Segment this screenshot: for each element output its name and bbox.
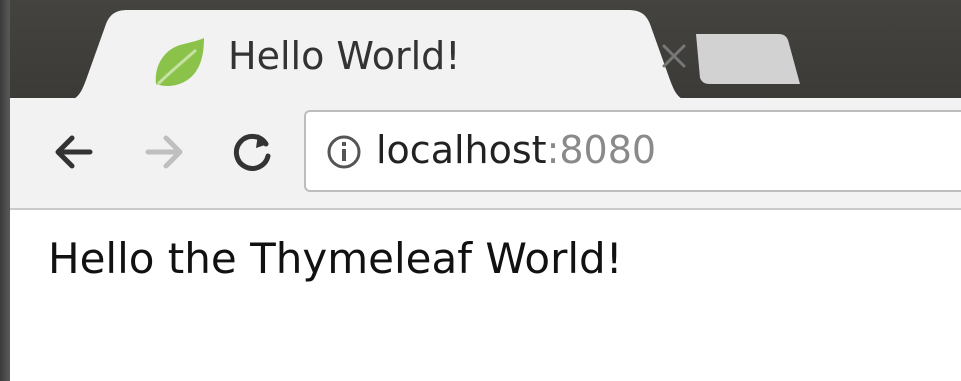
close-icon[interactable] [658, 40, 690, 72]
tab-title: Hello World! [228, 34, 461, 78]
tab-hello-world[interactable]: Hello World! [58, 10, 698, 102]
url-host: localhost [376, 128, 547, 172]
toolbar: localhost:8080 [10, 98, 961, 210]
arrow-right-icon[interactable] [140, 128, 188, 176]
window-edge [0, 0, 10, 381]
reload-icon[interactable] [228, 128, 276, 176]
address-bar[interactable]: localhost:8080 [304, 110, 961, 192]
spring-leaf-icon [155, 38, 204, 87]
url-text: localhost:8080 [376, 128, 656, 172]
page-text: Hello the Thymeleaf World! [48, 234, 623, 283]
new-tab-button[interactable] [690, 34, 800, 84]
arrow-left-icon[interactable] [50, 128, 98, 176]
url-port: :8080 [546, 128, 657, 172]
info-icon[interactable] [326, 134, 362, 170]
page-content: Hello the Thymeleaf World! [10, 210, 961, 381]
browser-window: Hello World! localhost:8080 Hello the Th… [0, 0, 961, 381]
tab-strip: Hello World! [10, 0, 961, 102]
